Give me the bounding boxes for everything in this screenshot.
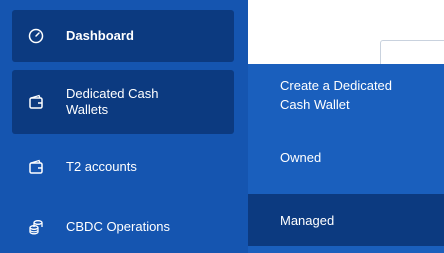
coins-stack-icon	[28, 219, 54, 235]
gauge-icon	[28, 28, 54, 44]
sidebar-item-label: Dedicated Cash Wallets	[66, 86, 159, 117]
app-frame: Dashboard Dedicated Cash Wallets T2 acco…	[0, 0, 444, 253]
submenu-item-label: Create a Dedicated Cash Wallet	[280, 78, 393, 112]
sidebar: Dashboard Dedicated Cash Wallets T2 acco…	[0, 0, 240, 253]
wallets-submenu: Create a Dedicated Cash Wallet Owned Man…	[248, 64, 444, 253]
wallet-icon	[28, 94, 54, 110]
wallet-icon	[28, 159, 54, 175]
submenu-item-create-wallet[interactable]: Create a Dedicated Cash Wallet	[248, 76, 444, 114]
sidebar-item-dedicated-cash-wallets[interactable]: Dedicated Cash Wallets	[12, 70, 234, 134]
sidebar-item-label: Dashboard	[66, 28, 134, 43]
sidebar-item-label: CBDC Operations	[66, 219, 171, 234]
sidebar-item-dashboard[interactable]: Dashboard	[12, 10, 234, 62]
submenu-item-owned[interactable]: Owned	[248, 148, 444, 167]
submenu-item-label: Owned	[280, 150, 322, 165]
submenu-item-label: Managed	[280, 212, 335, 228]
sidebar-item-label: T2 accounts	[66, 159, 137, 174]
sidebar-item-cbdc-operations[interactable]: CBDC Operations	[12, 206, 234, 248]
submenu-item-managed[interactable]: Managed	[248, 194, 444, 246]
sidebar-item-t2-accounts[interactable]: T2 accounts	[12, 144, 234, 190]
